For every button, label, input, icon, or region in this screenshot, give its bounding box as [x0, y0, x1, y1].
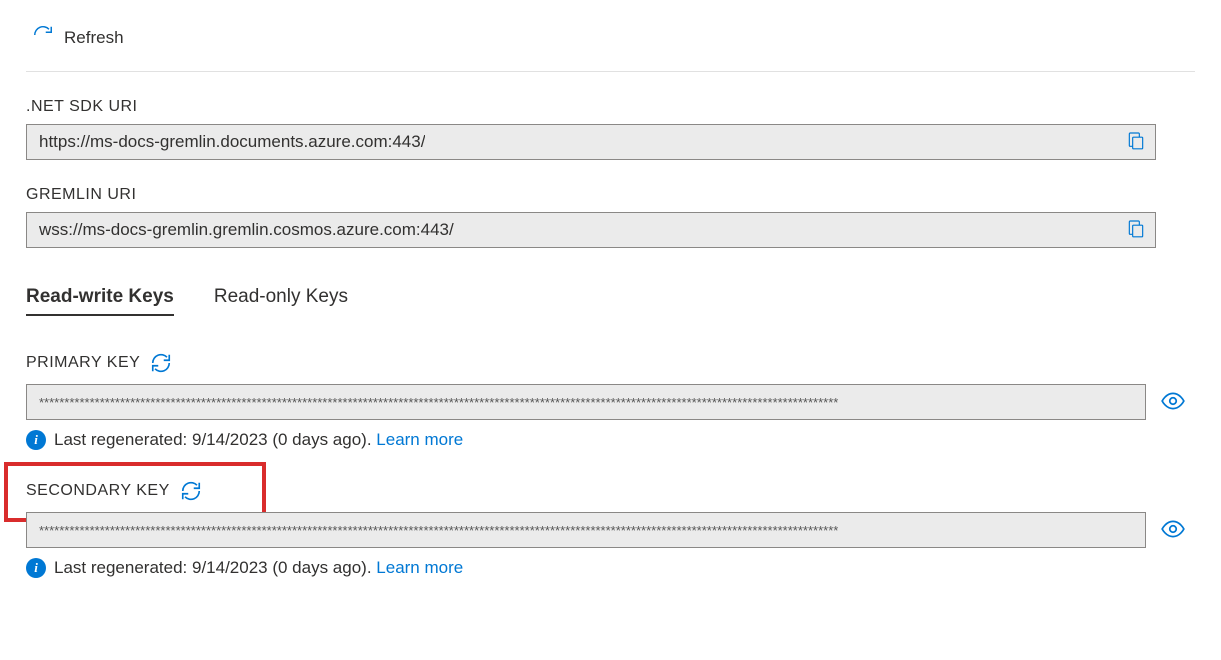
gremlin-uri-group: GREMLIN URI wss://ms-docs-gremlin.gremli… — [26, 186, 1195, 248]
info-icon: i — [26, 558, 46, 578]
regenerate-primary-key-button[interactable] — [150, 352, 172, 374]
refresh-icon — [32, 24, 54, 51]
net-sdk-uri-group: .NET SDK URI https://ms-docs-gremlin.doc… — [26, 98, 1195, 160]
refresh-label: Refresh — [64, 28, 124, 48]
primary-key-label-row: PRIMARY KEY — [26, 352, 1195, 374]
gremlin-uri-input-wrapper: wss://ms-docs-gremlin.gremlin.cosmos.azu… — [26, 212, 1156, 248]
secondary-key-value: ****************************************… — [39, 523, 838, 538]
net-sdk-uri-row: https://ms-docs-gremlin.documents.azure.… — [26, 124, 1195, 160]
tab-read-write-keys[interactable]: Read-write Keys — [26, 280, 174, 314]
toolbar: Refresh — [26, 20, 1195, 72]
primary-key-info: i Last regenerated: 9/14/2023 (0 days ag… — [26, 430, 1195, 450]
primary-key-value: ****************************************… — [39, 395, 838, 410]
copy-icon — [1126, 131, 1146, 154]
secondary-key-learn-more-link[interactable]: Learn more — [376, 558, 463, 577]
refresh-button[interactable]: Refresh — [26, 20, 130, 55]
net-sdk-uri-value: https://ms-docs-gremlin.documents.azure.… — [39, 132, 425, 152]
gremlin-uri-input[interactable]: wss://ms-docs-gremlin.gremlin.cosmos.azu… — [26, 212, 1156, 248]
primary-key-learn-more-link[interactable]: Learn more — [376, 430, 463, 449]
primary-key-input[interactable]: ****************************************… — [26, 384, 1146, 420]
regenerate-secondary-key-button[interactable] — [180, 480, 202, 502]
net-sdk-uri-label: .NET SDK URI — [26, 98, 1195, 116]
secondary-key-input[interactable]: ****************************************… — [26, 512, 1146, 548]
primary-key-row: ****************************************… — [26, 384, 1195, 420]
secondary-key-label-row: SECONDARY KEY — [26, 480, 1195, 502]
keys-tabs: Read-write Keys Read-only Keys — [26, 280, 1195, 314]
secondary-key-input-wrapper: ****************************************… — [26, 512, 1146, 548]
eye-icon — [1160, 388, 1186, 417]
info-icon: i — [26, 430, 46, 450]
gremlin-uri-label: GREMLIN URI — [26, 186, 1195, 204]
copy-icon — [1126, 219, 1146, 242]
copy-gremlin-uri-button[interactable] — [1122, 215, 1150, 246]
secondary-key-label: SECONDARY KEY — [26, 482, 170, 500]
gremlin-uri-row: wss://ms-docs-gremlin.gremlin.cosmos.azu… — [26, 212, 1195, 248]
secondary-key-section: SECONDARY KEY **************************… — [26, 480, 1195, 578]
secondary-key-row: ****************************************… — [26, 512, 1195, 548]
gremlin-uri-value: wss://ms-docs-gremlin.gremlin.cosmos.azu… — [39, 220, 454, 240]
secondary-key-info-text: Last regenerated: 9/14/2023 (0 days ago)… — [54, 558, 463, 578]
primary-key-section: PRIMARY KEY ****************************… — [26, 352, 1195, 450]
primary-key-info-text: Last regenerated: 9/14/2023 (0 days ago)… — [54, 430, 463, 450]
net-sdk-uri-input[interactable]: https://ms-docs-gremlin.documents.azure.… — [26, 124, 1156, 160]
copy-net-sdk-uri-button[interactable] — [1122, 127, 1150, 158]
primary-key-input-wrapper: ****************************************… — [26, 384, 1146, 420]
show-primary-key-button[interactable] — [1158, 386, 1188, 419]
primary-key-label: PRIMARY KEY — [26, 354, 140, 372]
tab-read-only-keys[interactable]: Read-only Keys — [214, 280, 348, 314]
show-secondary-key-button[interactable] — [1158, 514, 1188, 547]
secondary-key-info: i Last regenerated: 9/14/2023 (0 days ag… — [26, 558, 1195, 578]
eye-icon — [1160, 516, 1186, 545]
net-sdk-uri-input-wrapper: https://ms-docs-gremlin.documents.azure.… — [26, 124, 1156, 160]
